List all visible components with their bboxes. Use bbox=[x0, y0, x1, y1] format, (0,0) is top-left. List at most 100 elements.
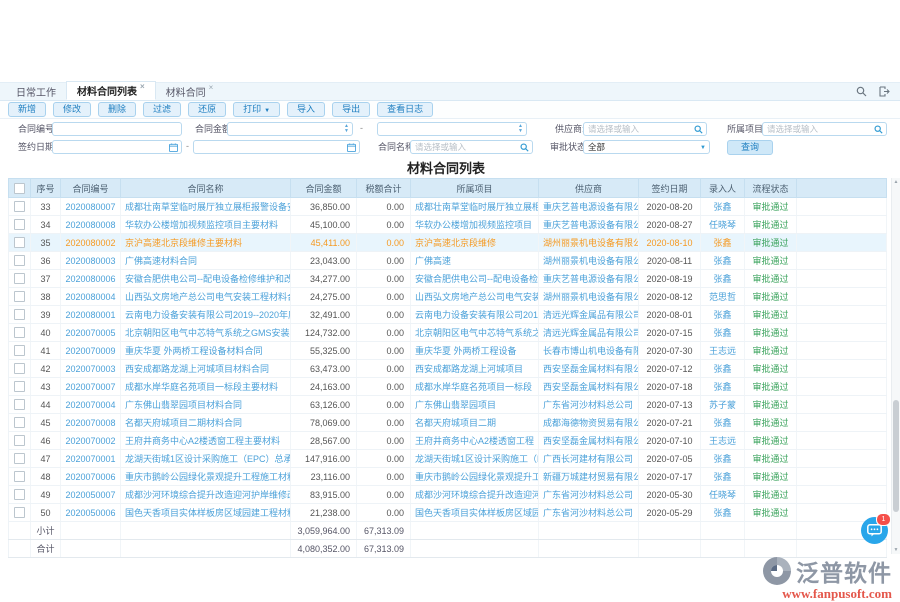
restore-button[interactable]: 还原 bbox=[188, 102, 226, 117]
spinner-icon[interactable]: ▲▼ bbox=[344, 124, 349, 134]
row-checkbox[interactable] bbox=[14, 255, 25, 266]
view-log-button[interactable]: 查看日志 bbox=[377, 102, 433, 117]
status-cell[interactable]: 审批通过 bbox=[745, 396, 797, 414]
status-cell[interactable]: 审批通过 bbox=[745, 468, 797, 486]
contract-no-link[interactable]: 2020070004 bbox=[61, 396, 121, 414]
row-checkbox[interactable] bbox=[14, 507, 25, 518]
contract-name-link[interactable]: 广东佛山翡翠园项目材料合同 bbox=[121, 396, 291, 414]
row-checkbox[interactable] bbox=[14, 381, 25, 392]
row-checkbox[interactable] bbox=[14, 345, 25, 356]
row-checkbox[interactable] bbox=[14, 237, 25, 248]
logout-icon[interactable] bbox=[879, 86, 890, 97]
table-row[interactable]: 452020070008名都天府城项目二期材料合同78,069.000.00名都… bbox=[9, 414, 887, 432]
table-row[interactable]: 432020070007成都水岸华庭名苑项目一标段主要材料24,163.000.… bbox=[9, 378, 887, 396]
contract-no-link[interactable]: 2020080003 bbox=[61, 252, 121, 270]
row-checkbox[interactable] bbox=[14, 417, 25, 428]
row-checkbox[interactable] bbox=[14, 363, 25, 374]
contract-name-link[interactable]: 华软办公楼增加视频监控项目主要材料 bbox=[121, 216, 291, 234]
row-checkbox[interactable] bbox=[14, 471, 25, 482]
contract-no-link[interactable]: 2020050006 bbox=[61, 504, 121, 522]
contract-name-link[interactable]: 西安成都路龙湖上河城项目材料合同 bbox=[121, 360, 291, 378]
contract-name-link[interactable]: 龙湖天街城1区设计采购施工（EPC）总承包... bbox=[121, 450, 291, 468]
status-cell[interactable]: 审批通过 bbox=[745, 450, 797, 468]
spinner-icon[interactable]: ▲▼ bbox=[518, 124, 523, 134]
row-checkbox[interactable] bbox=[14, 489, 25, 500]
supplier-input[interactable]: 请选择或输入 bbox=[583, 122, 707, 136]
status-cell[interactable]: 审批通过 bbox=[745, 360, 797, 378]
search-button[interactable]: 查询 bbox=[727, 140, 773, 155]
contract-name-link[interactable]: 重庆市鹅岭公园绿化景观提升工程施工材料合同 bbox=[121, 468, 291, 486]
contract-no-link[interactable]: 2020070002 bbox=[61, 432, 121, 450]
contract-name-link[interactable]: 王府井商务中心A2楼透窗工程主要材料 bbox=[121, 432, 291, 450]
row-checkbox[interactable] bbox=[14, 201, 25, 212]
tab-material-contract[interactable]: 材料合同× bbox=[156, 83, 224, 100]
status-cell[interactable]: 审批通过 bbox=[745, 234, 797, 252]
row-checkbox[interactable] bbox=[14, 327, 25, 338]
table-row[interactable]: 412020070009重庆华夏 外两桥工程设备材料合同55,325.000.0… bbox=[9, 342, 887, 360]
contract-no-link[interactable]: 2020070001 bbox=[61, 450, 121, 468]
table-row[interactable]: 372020080006安徽合肥供电公司--配电设备检修维护和改造...34,2… bbox=[9, 270, 887, 288]
search-icon[interactable] bbox=[694, 125, 703, 134]
table-row[interactable]: 402020070005北京朝阳区电气中芯特气系统之GMS安装材料...124,… bbox=[9, 324, 887, 342]
calendar-icon[interactable] bbox=[169, 143, 178, 152]
status-cell[interactable]: 审批通过 bbox=[745, 486, 797, 504]
contract-name-link[interactable]: 安徽合肥供电公司--配电设备检修维护和改造... bbox=[121, 270, 291, 288]
contract-name-link[interactable]: 广佛高速材料合同 bbox=[121, 252, 291, 270]
status-cell[interactable]: 审批通过 bbox=[745, 270, 797, 288]
contract-name-link[interactable]: 成都沙河环境综合提升改造迎河护岸维修改造... bbox=[121, 486, 291, 504]
calendar-icon[interactable] bbox=[347, 143, 356, 152]
status-cell[interactable]: 审批通过 bbox=[745, 198, 797, 216]
table-row[interactable]: 472020070001龙湖天街城1区设计采购施工（EPC）总承包...147,… bbox=[9, 450, 887, 468]
row-checkbox[interactable] bbox=[14, 309, 25, 320]
print-button[interactable]: 打印▼ bbox=[233, 102, 280, 117]
row-checkbox[interactable] bbox=[14, 273, 25, 284]
contract-no-link[interactable]: 2020080001 bbox=[61, 306, 121, 324]
scroll-up-icon[interactable]: ▲ bbox=[892, 178, 900, 186]
sign-date-start-input[interactable] bbox=[52, 140, 182, 154]
table-row[interactable]: 422020070003西安成都路龙湖上河城项目材料合同63,473.000.0… bbox=[9, 360, 887, 378]
row-checkbox[interactable] bbox=[14, 219, 25, 230]
contract-no-link[interactable]: 2020080007 bbox=[61, 198, 121, 216]
contract-name-link[interactable]: 云南电力设备安装有限公司2019--2020年度劳... bbox=[121, 306, 291, 324]
tab-daily-work[interactable]: 日常工作 bbox=[6, 83, 66, 100]
table-row[interactable]: 442020070004广东佛山翡翠园项目材料合同63,126.000.00广东… bbox=[9, 396, 887, 414]
contract-name-link[interactable]: 重庆华夏 外两桥工程设备材料合同 bbox=[121, 342, 291, 360]
contract-name-link[interactable]: 北京朝阳区电气中芯特气系统之GMS安装材料... bbox=[121, 324, 291, 342]
status-cell[interactable]: 审批通过 bbox=[745, 306, 797, 324]
tab-close-icon[interactable]: × bbox=[140, 82, 145, 91]
contract-no-link[interactable]: 2020080006 bbox=[61, 270, 121, 288]
row-checkbox[interactable] bbox=[14, 291, 25, 302]
contract-no-link[interactable]: 2020070009 bbox=[61, 342, 121, 360]
add-button[interactable]: 新增 bbox=[8, 102, 46, 117]
contract-name-link[interactable]: 山西弘文房地产总公司电气安装工程材料合同 bbox=[121, 288, 291, 306]
table-row[interactable]: 482020070006重庆市鹅岭公园绿化景观提升工程施工材料合同23,116.… bbox=[9, 468, 887, 486]
contract-no-link[interactable]: 2020070008 bbox=[61, 414, 121, 432]
table-row[interactable]: 352020080002京沪高速北京段维修主要材料45,411.000.00京沪… bbox=[9, 234, 887, 252]
search-icon[interactable] bbox=[856, 86, 867, 97]
table-row[interactable]: 382020080004山西弘文房地产总公司电气安装工程材料合同24,275.0… bbox=[9, 288, 887, 306]
row-checkbox[interactable] bbox=[14, 453, 25, 464]
contract-no-link[interactable]: 2020070003 bbox=[61, 360, 121, 378]
contract-no-link[interactable]: 2020050007 bbox=[61, 486, 121, 504]
export-button[interactable]: 导出 bbox=[332, 102, 370, 117]
contract-no-link[interactable]: 2020080008 bbox=[61, 216, 121, 234]
contract-no-link[interactable]: 2020080002 bbox=[61, 234, 121, 252]
status-cell[interactable]: 审批通过 bbox=[745, 252, 797, 270]
scroll-down-icon[interactable]: ▼ bbox=[892, 546, 900, 554]
table-row[interactable]: 332020080007成都壮南草堂临时展厅独立展柜报警设备安装...36,85… bbox=[9, 198, 887, 216]
contract-no-link[interactable]: 2020070007 bbox=[61, 378, 121, 396]
amount-max-input[interactable]: ▲▼ bbox=[377, 122, 527, 136]
filter-button[interactable]: 过滤 bbox=[143, 102, 181, 117]
tab-material-contract-list[interactable]: 材料合同列表× bbox=[66, 81, 156, 100]
vertical-scrollbar[interactable]: ▲ ▼ bbox=[891, 178, 900, 554]
table-row[interactable]: 502020050006国色天香项目实体样板房区域园建工程材料合同21,238.… bbox=[9, 504, 887, 522]
table-row[interactable]: 492020050007成都沙河环境综合提升改造迎河护岸维修改造...83,91… bbox=[9, 486, 887, 504]
contract-name-link[interactable]: 成都壮南草堂临时展厅独立展柜报警设备安装... bbox=[121, 198, 291, 216]
contract-name-link[interactable]: 国色天香项目实体样板房区域园建工程材料合同 bbox=[121, 504, 291, 522]
contract-no-link[interactable]: 2020080004 bbox=[61, 288, 121, 306]
status-cell[interactable]: 审批通过 bbox=[745, 432, 797, 450]
project-input[interactable]: 请选择或输入 bbox=[762, 122, 887, 136]
scrollbar-thumb[interactable] bbox=[893, 400, 899, 512]
status-cell[interactable]: 审批通过 bbox=[745, 324, 797, 342]
contract-name-input[interactable]: 请选择或输入 bbox=[410, 140, 533, 154]
